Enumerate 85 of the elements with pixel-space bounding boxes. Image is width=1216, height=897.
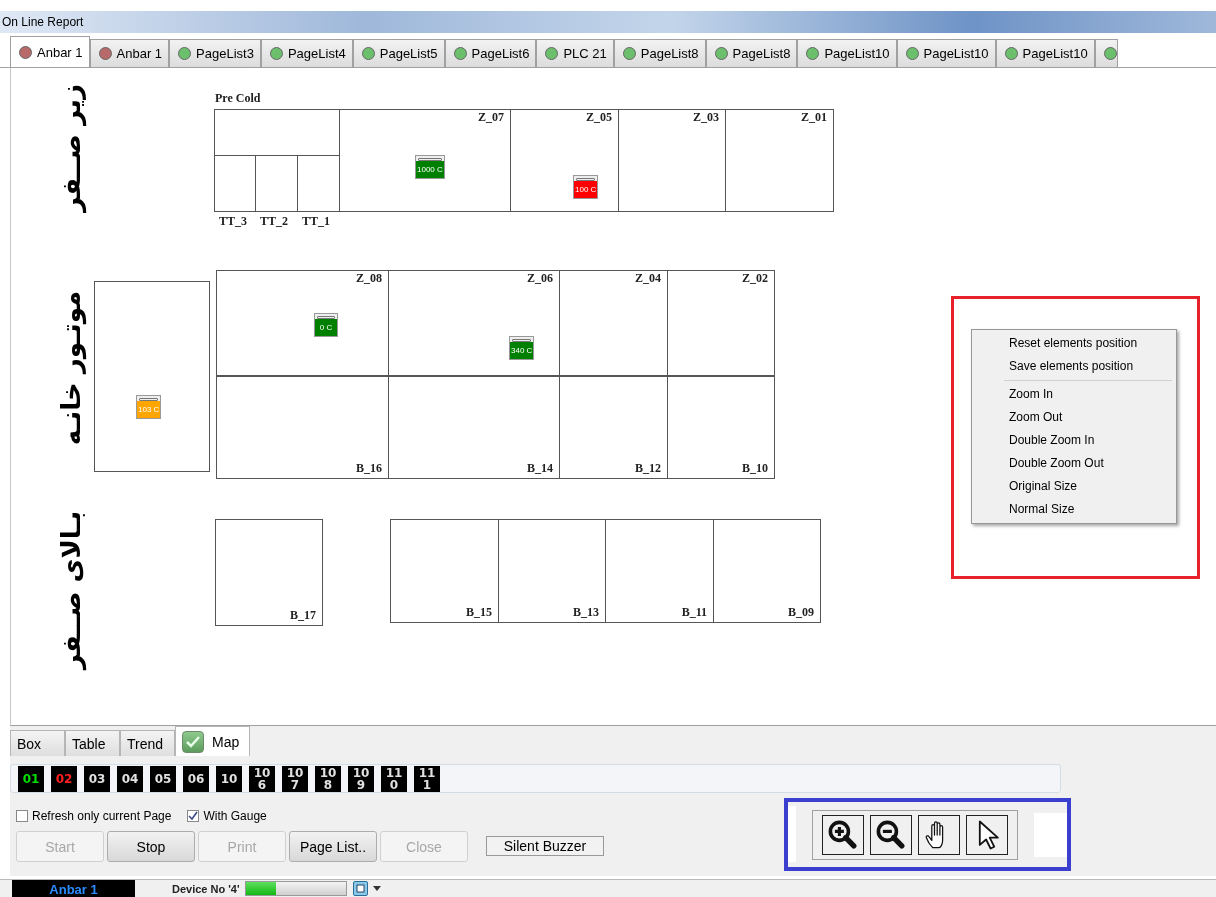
menu-item[interactable]: Zoom Out	[974, 406, 1174, 429]
status-dot	[1103, 47, 1117, 60]
tab[interactable]: PageList10	[995, 39, 1095, 67]
room-label: TT_2	[260, 214, 288, 229]
room-label: B_16	[356, 461, 382, 476]
room-label: B_14	[527, 461, 553, 476]
action-button[interactable]: Stop	[107, 831, 195, 862]
gauge: 0 C	[314, 313, 338, 337]
checkbox-option[interactable]: Refresh only current Page	[16, 809, 172, 823]
zoom-in-icon[interactable]	[822, 814, 864, 855]
room-label: Z_06	[527, 271, 553, 286]
room-label: Pre Cold	[215, 91, 261, 106]
menu-item[interactable]: Save elements position	[974, 355, 1174, 378]
room-label: TT_1	[302, 214, 330, 229]
menu-item[interactable]: Normal Size	[974, 498, 1174, 521]
room-label: B_13	[573, 605, 599, 620]
device-button[interactable]: 107	[282, 765, 308, 792]
tab[interactable]: Anbar 1	[89, 39, 170, 67]
area-label: زیر صــفر	[55, 84, 86, 212]
room-label: Z_02	[742, 271, 768, 286]
blank-panel	[788, 806, 796, 862]
device-button[interactable]: 01	[18, 765, 44, 792]
tab[interactable]: PageList8	[705, 39, 798, 67]
device-button[interactable]: 109	[348, 765, 374, 792]
caret-icon[interactable]	[372, 886, 381, 891]
room-label: Z_01	[801, 110, 827, 125]
tab[interactable]: Anbar 1	[10, 36, 90, 67]
menu-item[interactable]: Original Size	[974, 475, 1174, 498]
tab[interactable]: PageList8	[613, 39, 706, 67]
area-label: بـالای صــفر	[56, 510, 87, 670]
menu-item[interactable]: Double Zoom In	[974, 429, 1174, 452]
gauge: 340 C	[509, 336, 535, 360]
device-button[interactable]: 05	[150, 765, 176, 792]
area-label: موتـور خانـه	[56, 290, 87, 446]
view-tab[interactable]: Trend	[120, 730, 175, 756]
menu-item[interactable]: Zoom In	[974, 383, 1174, 406]
menu-item[interactable]: Double Zoom Out	[974, 452, 1174, 475]
window-title: On Line Report	[2, 15, 84, 29]
room-label: B_09	[788, 605, 814, 620]
room-label: Z_04	[635, 271, 661, 286]
tab[interactable]: PageList5	[352, 39, 445, 67]
action-button[interactable]: Page List..	[289, 831, 377, 862]
room-label: B_15	[466, 605, 492, 620]
tab[interactable]: PageList4	[260, 39, 353, 67]
room-label: Z_03	[693, 110, 719, 125]
device-button[interactable]: 111	[414, 765, 440, 792]
device-button[interactable]: 04	[117, 765, 143, 792]
view-tab[interactable]: Table	[65, 730, 120, 756]
room-label: B_17	[290, 608, 316, 623]
zoom-out-icon[interactable]	[870, 814, 912, 855]
device-button[interactable]: 06	[183, 765, 209, 792]
room-label: Z_08	[356, 271, 382, 286]
device-button[interactable]: 110	[381, 765, 407, 792]
gauge: 103 C	[136, 395, 162, 419]
tab[interactable]: PLC 21	[536, 39, 614, 67]
tab[interactable]: PageList10	[797, 39, 897, 67]
pointer-icon[interactable]	[966, 814, 1008, 855]
view-tab[interactable]: Map	[175, 726, 251, 756]
device-label: Device No '4'	[172, 882, 240, 895]
gauge: 100 C	[573, 175, 599, 199]
device-button[interactable]: 03	[84, 765, 110, 792]
room-label: B_10	[742, 461, 768, 476]
gauge: 1000 C	[415, 155, 445, 179]
tab[interactable]: PageList3	[169, 39, 261, 67]
view-tab[interactable]: Box	[10, 730, 65, 756]
checkbox-option[interactable]: With Gauge	[187, 809, 267, 823]
menu-item[interactable]: Reset elements position	[974, 332, 1174, 355]
tab[interactable]: PageList10	[896, 39, 996, 67]
room-label: TT_3	[219, 214, 247, 229]
buzzer-button[interactable]: Silent Buzzer	[486, 836, 604, 856]
room-label: B_11	[681, 605, 707, 620]
device-button[interactable]: 108	[315, 765, 341, 792]
device-button[interactable]: 02	[51, 765, 77, 792]
room-label: Z_05	[586, 110, 612, 125]
device-button[interactable]: 10	[216, 765, 242, 792]
device-button[interactable]: 106	[249, 765, 275, 792]
hand-icon[interactable]	[918, 814, 960, 855]
tab[interactable]: PageList6	[444, 39, 537, 67]
checkbox[interactable]	[16, 810, 28, 822]
room-label: Z_07	[478, 110, 504, 125]
room-label: B_12	[635, 461, 661, 476]
checkbox[interactable]	[187, 810, 200, 822]
blank-panel	[1034, 812, 1067, 857]
device-icon[interactable]	[352, 881, 368, 896]
page-indicator: Anbar 1	[12, 880, 135, 897]
